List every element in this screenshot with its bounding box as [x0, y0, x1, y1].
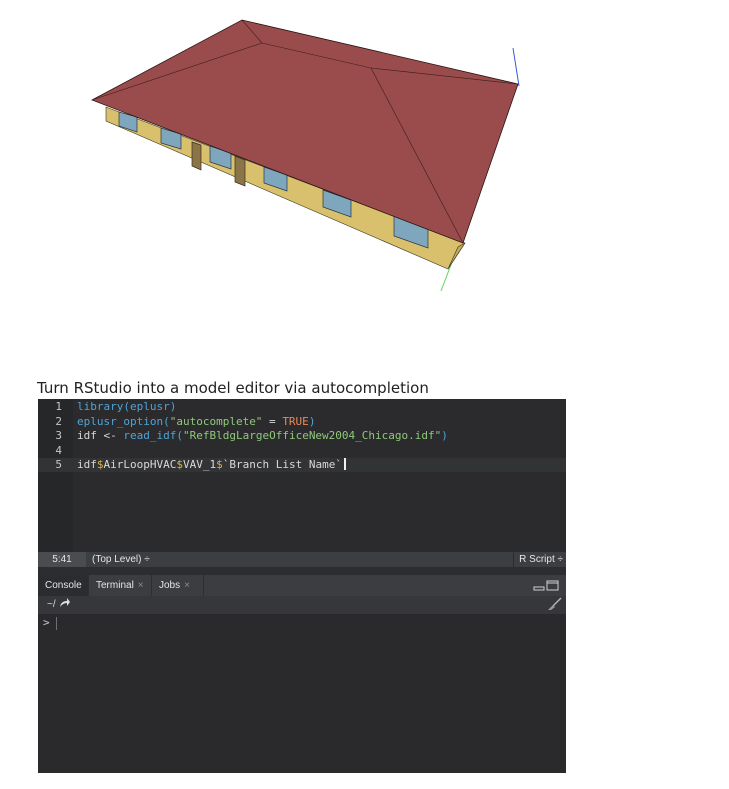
code-token: $ — [176, 458, 183, 471]
editor-status-bar: 5:41 (Top Level) ÷ R Script ÷ — [38, 552, 566, 567]
code-line[interactable]: 5 idf$AirLoopHVAC$VAV_1$`Branch List Name… — [38, 458, 566, 472]
code-token: read_idf( — [116, 429, 183, 442]
code-token: ) — [308, 414, 316, 428]
console-prompt: > — [43, 616, 50, 629]
code-text: eplusr_option("autocomplete" = TRUE) — [77, 415, 315, 429]
close-icon[interactable]: × — [184, 580, 190, 591]
code-token: ) — [169, 400, 177, 413]
code-token: TRUE — [282, 414, 309, 428]
code-line[interactable]: 1 library(eplusr) — [38, 400, 566, 414]
code-token: VAV_1 — [182, 458, 217, 471]
tab-console[interactable]: Console — [38, 575, 89, 596]
code-text: idf <- read_idf("RefBldgLargeOfficeNew20… — [77, 429, 448, 443]
working-directory: ~/ — [47, 599, 56, 610]
code-token: AirLoopHVAC — [103, 458, 177, 471]
code-token: `Branch List Name` — [222, 458, 342, 471]
building-3d-model-image — [91, 19, 520, 292]
code-token: "RefBldgLargeOfficeNew2004_Chicago.idf" — [182, 429, 442, 442]
code-token: <- — [103, 429, 117, 442]
code-token: $ — [96, 458, 104, 471]
tab-jobs[interactable]: Jobs × — [152, 575, 204, 596]
code-line[interactable]: 2 eplusr_option("autocomplete" = TRUE) — [38, 415, 566, 429]
maximize-pane-icon[interactable] — [546, 580, 559, 591]
figure-caption: Turn RStudio into a model editor via aut… — [37, 379, 429, 397]
code-token: "autocomplete" — [169, 414, 263, 428]
code-token: idf — [77, 429, 104, 442]
code-token: eplusr — [129, 400, 170, 413]
line-number: 3 — [55, 429, 62, 442]
console-path-bar: ~/ — [38, 596, 566, 614]
code-text: library(eplusr) — [77, 400, 176, 414]
pane-controls — [532, 580, 560, 595]
tab-label: Console — [45, 580, 82, 591]
code-line[interactable]: 3 idf <- read_idf("RefBldgLargeOfficeNew2… — [38, 429, 566, 443]
scope-selector[interactable]: (Top Level) ÷ — [88, 552, 150, 567]
code-token: $ — [216, 458, 223, 471]
minimize-pane-icon[interactable] — [533, 586, 545, 591]
pane-splitter[interactable] — [38, 567, 566, 575]
line-number: 5 — [55, 458, 62, 471]
code-text: idf$AirLoopHVAC$VAV_1$`Branch List Name` — [77, 458, 346, 472]
text-cursor — [343, 458, 346, 470]
source-editor[interactable]: 1 library(eplusr) 2 eplusr_option("autocomp… — [38, 399, 566, 552]
tab-terminal[interactable]: Terminal × — [89, 575, 152, 596]
z-axis-line — [512, 47, 520, 87]
tab-label: Jobs — [159, 580, 181, 591]
code-token: = — [262, 414, 283, 428]
cursor-position: 5:41 — [38, 552, 86, 567]
line-number: 4 — [55, 443, 62, 457]
tab-label: Terminal — [96, 580, 134, 591]
console-tab-bar: Console Terminal × Jobs × — [38, 575, 566, 596]
file-type-selector[interactable]: R Script ÷ — [513, 552, 563, 567]
rstudio-window: 1 library(eplusr) 2 eplusr_option("autocomp… — [38, 399, 566, 773]
console-output[interactable]: > — [38, 614, 566, 773]
close-icon[interactable]: × — [138, 580, 144, 591]
code-token: eplusr_option( — [77, 414, 170, 428]
code-token: idf — [77, 458, 97, 471]
line-number: 2 — [55, 414, 62, 428]
line-number: 1 — [55, 400, 62, 413]
code-token: ) — [441, 429, 448, 442]
code-token: library( — [77, 400, 130, 413]
code-line[interactable]: 4 — [38, 444, 566, 458]
console-cursor — [56, 617, 57, 630]
